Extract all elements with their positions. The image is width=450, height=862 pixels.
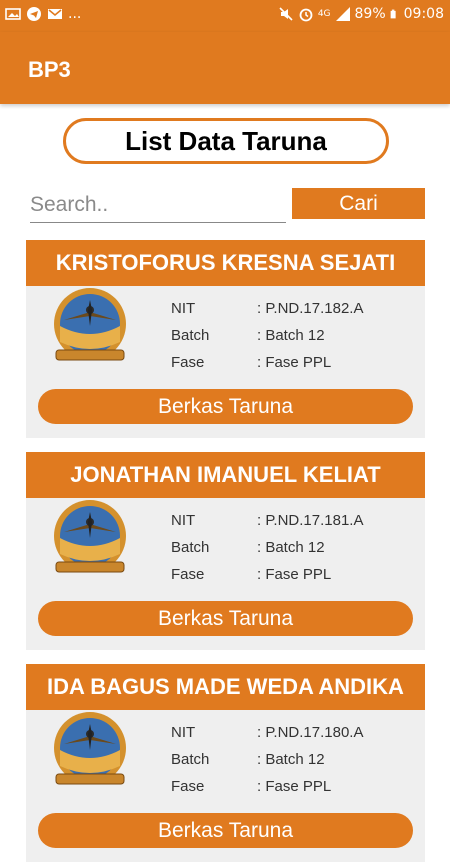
nit-label: NIT bbox=[171, 724, 196, 741]
academy-emblem-icon bbox=[54, 712, 126, 785]
fase-label: Fase bbox=[171, 778, 205, 795]
cadet-card: IDA BAGUS MADE WEDA ANDIKA NIT : P.ND.17… bbox=[26, 664, 425, 862]
batch-label: Batch bbox=[171, 539, 210, 556]
nit-value: : P.ND.17.182.A bbox=[257, 300, 364, 317]
app-title: BP3 bbox=[28, 57, 71, 82]
berkas-taruna-button[interactable]: Berkas Taruna bbox=[38, 601, 413, 636]
fase-label: Fase bbox=[171, 566, 205, 583]
batch-value: : Batch 12 bbox=[257, 751, 325, 768]
cadet-card: JONATHAN IMANUEL KELIAT NIT : P.ND.17.18… bbox=[26, 452, 425, 650]
telegram-icon bbox=[27, 7, 41, 21]
page-title: List Data Taruna bbox=[63, 118, 389, 164]
cadet-name: KRISTOFORUS KRESNA SEJATI bbox=[26, 240, 425, 286]
cadet-name: IDA BAGUS MADE WEDA ANDIKA bbox=[26, 664, 425, 710]
cadet-name: JONATHAN IMANUEL KELIAT bbox=[26, 452, 425, 498]
status-bar: ... 4G 89% 09:08 bbox=[0, 0, 450, 32]
gmail-icon bbox=[48, 9, 62, 19]
fase-value: : Fase PPL bbox=[257, 778, 332, 795]
batch-label: Batch bbox=[171, 751, 210, 768]
nit-label: NIT bbox=[171, 300, 196, 317]
app-bar: BP3 bbox=[0, 32, 450, 104]
signal-icon bbox=[335, 7, 350, 21]
batch-value: : Batch 12 bbox=[257, 539, 325, 556]
nit-value: : P.ND.17.181.A bbox=[257, 512, 364, 529]
battery-icon bbox=[390, 9, 396, 19]
cadet-card: KRISTOFORUS KRESNA SEJATI NIT : P.ND.17.… bbox=[26, 240, 425, 438]
search-input[interactable] bbox=[30, 190, 286, 223]
fase-value: : Fase PPL bbox=[257, 566, 332, 583]
nit-value: : P.ND.17.180.A bbox=[257, 724, 364, 741]
fase-value: : Fase PPL bbox=[257, 354, 332, 371]
berkas-taruna-button[interactable]: Berkas Taruna bbox=[38, 813, 413, 848]
more-notifications: ... bbox=[68, 6, 82, 22]
alarm-icon bbox=[299, 8, 313, 22]
image-icon bbox=[5, 8, 21, 20]
mute-icon bbox=[279, 7, 293, 21]
battery-percent: 89% bbox=[354, 6, 386, 22]
batch-label: Batch bbox=[171, 327, 210, 344]
batch-value: : Batch 12 bbox=[257, 327, 325, 344]
academy-emblem-icon bbox=[54, 500, 126, 573]
network-type: 4G bbox=[317, 9, 331, 19]
fase-label: Fase bbox=[171, 354, 205, 371]
search-button[interactable]: Cari bbox=[292, 188, 425, 219]
clock: 09:08 bbox=[403, 6, 444, 22]
academy-emblem-icon bbox=[54, 288, 126, 361]
berkas-taruna-button[interactable]: Berkas Taruna bbox=[38, 389, 413, 424]
nit-label: NIT bbox=[171, 512, 196, 529]
